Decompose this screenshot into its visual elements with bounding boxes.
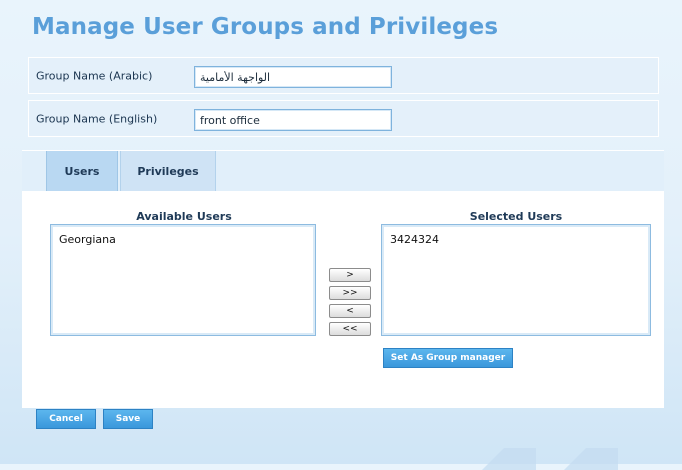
group-name-arabic-input[interactable] — [194, 66, 392, 88]
save-button[interactable]: Save — [103, 409, 153, 429]
move-all-left-button[interactable]: << — [329, 322, 371, 336]
available-user-option[interactable]: Georgiana — [59, 233, 116, 246]
available-users-list[interactable]: Georgiana — [50, 224, 316, 336]
move-selected-right-button[interactable]: > — [329, 268, 371, 282]
tab-bar: Users Privileges — [22, 150, 664, 191]
cancel-button[interactable]: Cancel — [36, 409, 96, 429]
group-name-english-label: Group Name (English) — [36, 112, 158, 125]
selected-users-title: Selected Users — [469, 210, 563, 223]
available-users-title: Available Users — [136, 210, 232, 223]
group-name-english-input[interactable] — [194, 109, 392, 131]
tab-privileges[interactable]: Privileges — [120, 151, 216, 191]
decorative-arrow-icon — [482, 448, 536, 470]
group-name-english-row: Group Name (English) — [28, 100, 659, 137]
set-group-manager-button[interactable]: Set As Group manager — [383, 348, 513, 368]
selected-users-list[interactable]: 3424324 — [381, 224, 651, 336]
users-panel: Available Users Georgiana > >> < << Sele… — [22, 191, 664, 408]
tab-users[interactable]: Users — [46, 151, 118, 191]
move-all-right-button[interactable]: >> — [329, 286, 371, 300]
selected-user-option[interactable]: 3424324 — [390, 233, 439, 246]
group-name-arabic-row: Group Name (Arabic) — [28, 57, 659, 94]
group-name-arabic-label: Group Name (Arabic) — [36, 69, 153, 82]
move-selected-left-button[interactable]: < — [329, 304, 371, 318]
decorative-arrow-icon — [564, 448, 618, 470]
page-title: Manage User Groups and Privileges — [32, 14, 499, 40]
